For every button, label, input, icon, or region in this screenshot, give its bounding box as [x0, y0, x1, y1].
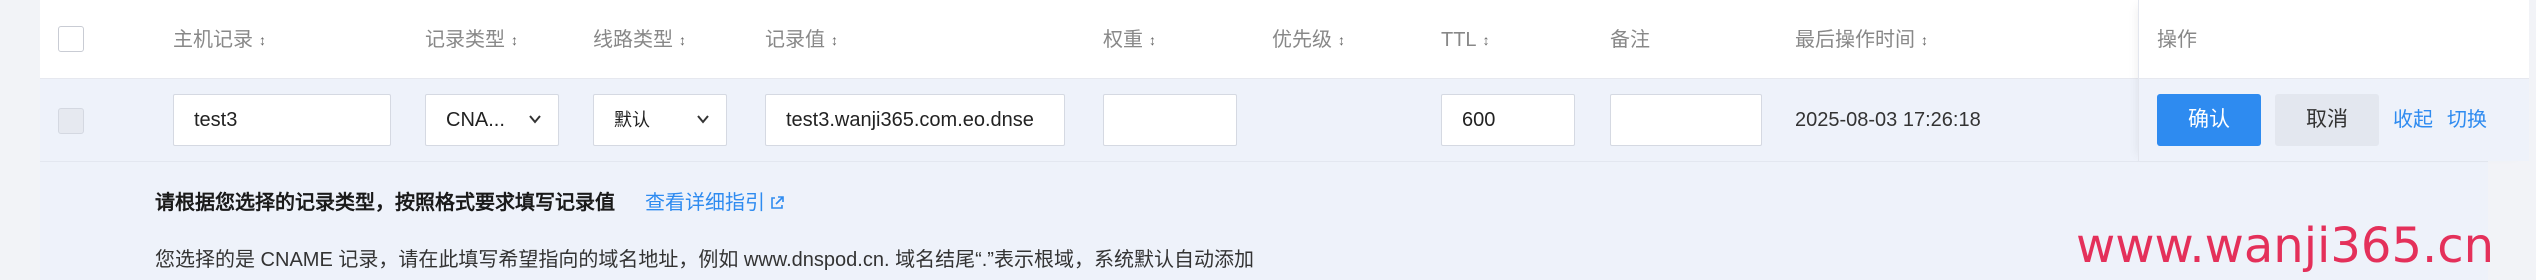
column-header-host[interactable]: 主机记录 ↕: [173, 28, 266, 52]
collapse-link[interactable]: 收起: [2393, 108, 2433, 132]
sort-icon[interactable]: ↕: [1149, 28, 1156, 52]
record-type-value: CNA...: [446, 109, 505, 131]
operations-column: 操作 确认 取消 收起 切换: [2138, 0, 2529, 161]
sort-icon[interactable]: ↕: [1338, 28, 1345, 52]
external-link-icon: [771, 196, 784, 209]
chevron-down-icon: [529, 115, 541, 124]
hint-description: 您选择的是 CNAME 记录，请在此填写希望指向的域名地址，例如 www.dns…: [155, 249, 1254, 271]
column-header-weight[interactable]: 权重 ↕: [1103, 28, 1156, 52]
sort-icon[interactable]: ↕: [679, 28, 686, 52]
dns-record-editor: 主机记录 ↕ 记录类型 ↕ 线路类型 ↕ 记录值 ↕ 权重 ↕ 优先级 ↕ TTL ↕ 备注: [0, 0, 2536, 280]
column-header-ttl[interactable]: TTL ↕: [1441, 28, 1490, 52]
line-type-select[interactable]: 默认: [593, 94, 727, 146]
switch-link[interactable]: 切换: [2447, 108, 2487, 132]
last-op-time: 2025-08-03 17:26:18: [1795, 109, 1981, 131]
column-header-remark-label: 备注: [1610, 29, 1650, 51]
record-value-input[interactable]: test3.wanji365.com.eo.dnse: [765, 94, 1065, 146]
column-header-weight-label: 权重: [1103, 29, 1143, 51]
view-guide-link[interactable]: 查看详细指引: [645, 191, 785, 215]
record-type-select[interactable]: CNA...: [425, 94, 559, 146]
ttl-input[interactable]: 600: [1441, 94, 1575, 146]
table-header: 主机记录 ↕ 记录类型 ↕ 线路类型 ↕ 记录值 ↕ 权重 ↕ 优先级 ↕ TTL ↕ 备注: [40, 0, 2488, 79]
column-header-type[interactable]: 记录类型 ↕: [425, 28, 518, 52]
column-header-last-op-time-label: 最后操作时间: [1795, 29, 1915, 51]
sort-icon[interactable]: ↕: [1483, 28, 1490, 52]
line-type-value: 默认: [614, 110, 650, 130]
column-header-host-label: 主机记录: [173, 29, 253, 51]
confirm-button[interactable]: 确认: [2157, 94, 2261, 146]
sort-icon[interactable]: ↕: [511, 28, 518, 52]
sort-icon[interactable]: ↕: [259, 28, 266, 52]
operations-header: 操作: [2139, 0, 2529, 79]
column-header-remark: 备注: [1610, 28, 1650, 52]
row-checkbox: [58, 108, 84, 134]
weight-input[interactable]: [1103, 94, 1237, 146]
column-header-type-label: 记录类型: [425, 29, 505, 51]
watermark: www.wanji365.cn: [2076, 218, 2495, 274]
column-header-ops: 操作: [2157, 29, 2197, 51]
column-header-value-label: 记录值: [765, 29, 825, 51]
select-all-checkbox[interactable]: [58, 26, 84, 52]
column-header-priority-label: 优先级: [1272, 29, 1332, 51]
hint-title: 请根据您选择的记录类型，按照格式要求填写记录值: [155, 192, 615, 214]
column-header-line-label: 线路类型: [593, 29, 673, 51]
view-guide-link-label: 查看详细指引: [645, 192, 765, 214]
cancel-button[interactable]: 取消: [2275, 94, 2379, 146]
column-header-priority[interactable]: 优先级 ↕: [1272, 28, 1345, 52]
column-header-ttl-label: TTL: [1441, 29, 1477, 51]
table-row-editing: [40, 79, 2488, 162]
column-header-last-op-time[interactable]: 最后操作时间 ↕: [1795, 28, 1928, 52]
host-input[interactable]: test3: [173, 94, 391, 146]
remark-input[interactable]: [1610, 94, 1762, 146]
chevron-down-icon: [697, 115, 709, 124]
sort-icon[interactable]: ↕: [1921, 28, 1928, 52]
column-header-line[interactable]: 线路类型 ↕: [593, 28, 686, 52]
sort-icon[interactable]: ↕: [831, 28, 838, 52]
column-header-value[interactable]: 记录值 ↕: [765, 28, 838, 52]
